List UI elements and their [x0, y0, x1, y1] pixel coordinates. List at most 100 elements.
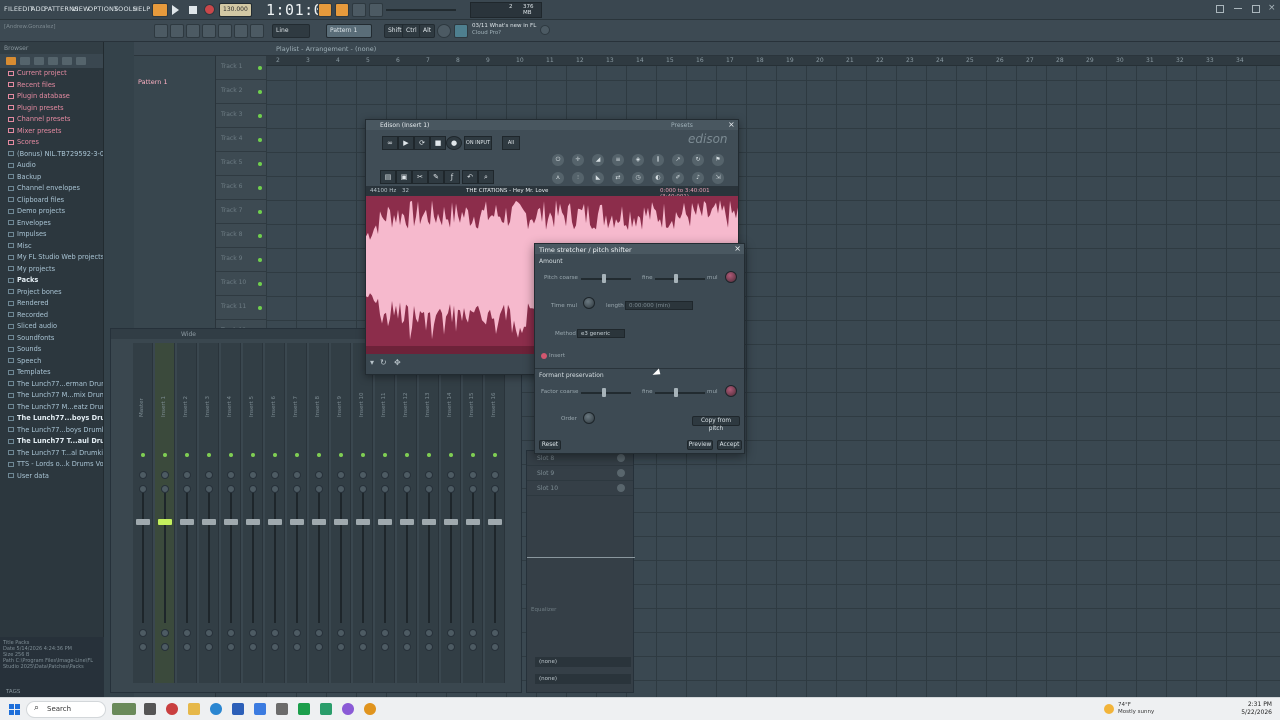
mixer-strip[interactable]: Insert 15: [463, 343, 483, 683]
news-icon[interactable]: [454, 24, 468, 38]
timeline-ruler[interactable]: 2 3 4 5 6 7 8 9 10 11 12 13 14 15 16 17 18 19 20 21 22 23 24 25…: [266, 56, 1280, 66]
chrome-icon[interactable]: [166, 703, 178, 715]
stereo-knob[interactable]: [403, 485, 411, 493]
pan-knob[interactable]: [359, 471, 367, 479]
browser-item[interactable]: Backup: [0, 172, 103, 184]
stereo-knob[interactable]: [161, 485, 169, 493]
edison-play-icon[interactable]: ▶: [398, 136, 414, 150]
mixer-strip[interactable]: Insert 13: [419, 343, 439, 683]
mixer-strip[interactable]: Insert 16: [485, 343, 505, 683]
browser-item[interactable]: Demo projects: [0, 206, 103, 218]
browser-item[interactable]: Audio: [0, 160, 103, 172]
route-knob[interactable]: [359, 629, 367, 637]
volume-fader[interactable]: [136, 519, 150, 525]
volume-fader[interactable]: [180, 519, 194, 525]
send-knob[interactable]: [425, 643, 433, 651]
on-input-select[interactable]: ON INPUT: [464, 136, 492, 150]
pan-knob[interactable]: [447, 471, 455, 479]
tool-eq-icon[interactable]: ≡: [612, 154, 624, 166]
strip-led[interactable]: [471, 453, 475, 457]
send-knob[interactable]: [469, 643, 477, 651]
tool-crop-icon[interactable]: ✛: [572, 154, 584, 166]
volume-fader[interactable]: [224, 519, 238, 525]
send-knob[interactable]: [403, 643, 411, 651]
pitch-fine-thumb[interactable]: [674, 274, 678, 283]
browser-item[interactable]: Scores: [0, 137, 103, 149]
volume-fader[interactable]: [400, 519, 414, 525]
track-mute-led[interactable]: [258, 138, 262, 142]
stereo-knob[interactable]: [271, 485, 279, 493]
mixer-strip[interactable]: Insert 14: [441, 343, 461, 683]
browser-item[interactable]: Soundfonts: [0, 333, 103, 345]
window-icon[interactable]: [1216, 5, 1224, 13]
send-knob[interactable]: [183, 643, 191, 651]
send-knob[interactable]: [491, 643, 499, 651]
volume-fader[interactable]: [488, 519, 502, 525]
reset-button[interactable]: Reset: [539, 440, 561, 450]
volume-fader[interactable]: [466, 519, 480, 525]
news-title[interactable]: 03/11 What's new in FL: [472, 23, 536, 29]
wait-input-button[interactable]: [335, 3, 349, 17]
stereo-knob[interactable]: [205, 485, 213, 493]
browser-item[interactable]: Mixer presets: [0, 126, 103, 138]
snap-select[interactable]: Line: [272, 24, 310, 38]
weather-icon[interactable]: [1104, 704, 1114, 714]
strip-led[interactable]: [361, 453, 365, 457]
presets-button[interactable]: Presets: [671, 122, 693, 129]
task-view-icon[interactable]: [144, 703, 156, 715]
route-knob[interactable]: [227, 629, 235, 637]
browser-item[interactable]: Clipboard files: [0, 195, 103, 207]
tool-envelope-icon[interactable]: ◢: [592, 154, 604, 166]
slot-knob[interactable]: [617, 454, 625, 462]
volume-fader[interactable]: [334, 519, 348, 525]
browser-item[interactable]: Current project: [0, 68, 103, 80]
mixer-strip[interactable]: Insert 4: [221, 343, 241, 683]
tool-reverse-icon[interactable]: ⇄: [612, 172, 624, 184]
send-knob[interactable]: [161, 643, 169, 651]
pattern-select[interactable]: Pattern 1: [326, 24, 372, 38]
pan-knob[interactable]: [337, 471, 345, 479]
strip-led[interactable]: [493, 453, 497, 457]
browser-item[interactable]: Channel presets: [0, 114, 103, 126]
track-header[interactable]: Track 11: [216, 296, 266, 320]
track-header[interactable]: Track 1: [216, 56, 266, 80]
minimize-icon[interactable]: [1234, 8, 1242, 9]
tool-blur-icon[interactable]: ◈: [632, 154, 644, 166]
volume-fader[interactable]: [312, 519, 326, 525]
stereo-knob[interactable]: [293, 485, 301, 493]
draw-icon[interactable]: ✎: [428, 170, 444, 184]
track-header[interactable]: Track 3: [216, 104, 266, 128]
tool-trim-icon[interactable]: ⋏: [552, 172, 564, 184]
strip-led[interactable]: [339, 453, 343, 457]
edison-refresh-icon[interactable]: ↻: [380, 358, 387, 367]
countdown-button[interactable]: [352, 3, 366, 17]
strip-led[interactable]: [251, 453, 255, 457]
track-header[interactable]: Track 8: [216, 224, 266, 248]
track-header[interactable]: Track 4: [216, 128, 266, 152]
send-knob[interactable]: [381, 643, 389, 651]
plugin-picker-icon[interactable]: [250, 24, 264, 38]
browser-item[interactable]: The Lunch77...erman Drumkit: [0, 379, 103, 391]
excel-icon[interactable]: [298, 703, 310, 715]
app-green-icon[interactable]: [320, 703, 332, 715]
send-none-2[interactable]: (none): [535, 674, 631, 684]
edge-icon[interactable]: [210, 703, 222, 715]
browser-item[interactable]: Sliced audio: [0, 321, 103, 333]
factor-mul-knob[interactable]: [725, 385, 737, 397]
mixer-strip[interactable]: Insert 11: [375, 343, 395, 683]
menu-file[interactable]: FILE: [4, 5, 18, 13]
tool-power-icon[interactable]: ⏻: [552, 154, 564, 166]
stereo-knob[interactable]: [337, 485, 345, 493]
browser-item[interactable]: Recent files: [0, 80, 103, 92]
strip-led[interactable]: [295, 453, 299, 457]
mixer-strip[interactable]: Insert 2: [177, 343, 197, 683]
save-icon[interactable]: ▤: [380, 170, 396, 184]
send-knob[interactable]: [337, 643, 345, 651]
system-clock[interactable]: 2:31 PM 5/22/2026: [1241, 701, 1272, 717]
send-knob[interactable]: [293, 643, 301, 651]
route-knob[interactable]: [183, 629, 191, 637]
pan-knob[interactable]: [271, 471, 279, 479]
strip-led[interactable]: [317, 453, 321, 457]
news-close-icon[interactable]: [540, 25, 550, 35]
tempo-display[interactable]: 130.000: [219, 3, 252, 17]
